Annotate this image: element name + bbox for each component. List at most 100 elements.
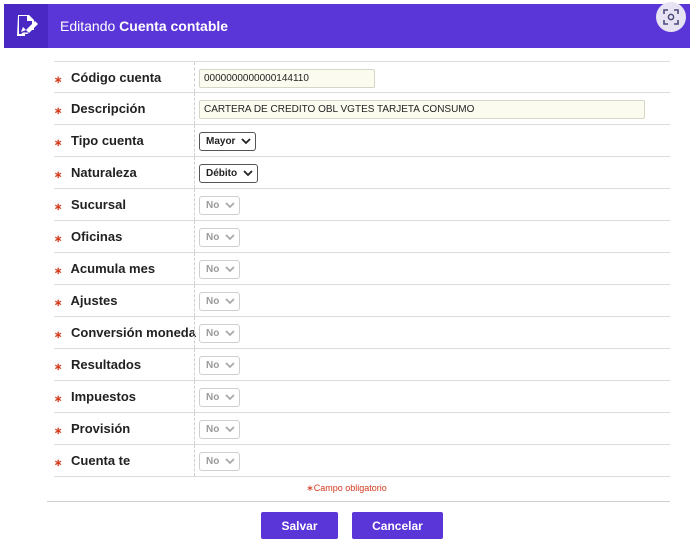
chevron-down-icon — [225, 201, 235, 208]
select-value: No — [206, 423, 220, 435]
chevron-down-icon — [225, 361, 235, 368]
column-divider — [194, 221, 195, 252]
form-row-cuenta-te: ∗ Cuenta te No — [54, 445, 670, 477]
title-prefix: Editando — [60, 18, 116, 34]
column-divider — [194, 157, 195, 188]
form-row-acumula-mes: ∗ Acumula mes No — [54, 253, 670, 285]
label-text: Provisión — [71, 421, 131, 436]
required-marker: ∗ — [54, 170, 63, 181]
dialog-title: Editando Cuenta contable — [60, 18, 228, 34]
impuestos-select: No — [199, 387, 241, 407]
field-label: ∗ Conversión moneda — [54, 317, 196, 349]
label-text: Impuestos — [71, 389, 137, 404]
field-label: ∗ Naturaleza — [54, 157, 137, 189]
codigo-cuenta-input[interactable]: 0000000000000144110 — [199, 68, 375, 88]
select-value: No — [206, 359, 220, 371]
chevron-down-icon — [241, 137, 252, 144]
naturaleza-select[interactable]: Débito — [199, 163, 259, 183]
required-marker: ∗ — [54, 234, 63, 245]
column-divider — [194, 189, 195, 220]
select-value: No — [206, 199, 220, 211]
required-marker: ∗ — [54, 75, 63, 86]
form-row-provision: ∗ Provisión No — [54, 413, 670, 445]
required-marker: ∗ — [54, 202, 63, 213]
chevron-down-icon — [225, 425, 235, 432]
label-text: Descripción — [71, 101, 146, 116]
form-row-naturaleza: ∗ Naturaleza Débito — [54, 157, 670, 189]
column-divider — [194, 285, 195, 316]
column-divider — [194, 317, 195, 348]
select-value: Mayor — [206, 135, 236, 147]
form-row-resultados: ∗ Resultados No — [54, 349, 670, 381]
field-label: ∗ Resultados — [54, 349, 141, 381]
required-marker: ∗ — [306, 483, 314, 493]
label-text: Código cuenta — [71, 70, 162, 85]
form-row-ajustes: ∗ Ajustes No — [54, 285, 670, 317]
select-value: No — [206, 455, 220, 467]
column-divider — [194, 62, 195, 92]
label-text: Ajustes — [70, 293, 118, 308]
select-value: No — [206, 295, 220, 307]
save-button[interactable]: Salvar — [261, 512, 338, 539]
field-label: ∗ Tipo cuenta — [54, 125, 144, 157]
required-marker: ∗ — [54, 298, 63, 309]
provision-select: No — [199, 419, 241, 439]
chevron-down-icon — [225, 297, 235, 304]
form-row-descripcion: ∗ Descripción CARTERA DE CREDITO OBL VGT… — [54, 93, 670, 125]
select-value: No — [206, 231, 220, 243]
required-marker: ∗ — [54, 138, 63, 149]
cuenta-te-select: No — [199, 451, 241, 471]
sucursal-select: No — [199, 195, 241, 215]
required-marker: ∗ — [54, 458, 63, 469]
cancel-button[interactable]: Cancelar — [352, 512, 443, 539]
field-label: ∗ Ajustes — [54, 285, 118, 317]
acumula-mes-select: No — [199, 259, 241, 279]
field-label: ∗ Oficinas — [54, 221, 122, 253]
form-row-codigo-cuenta: ∗ Código cuenta 0000000000000144110 — [54, 61, 670, 93]
field-label: ∗ Impuestos — [54, 381, 136, 413]
required-marker: ∗ — [54, 106, 63, 117]
form-row-oficinas: ∗ Oficinas No — [54, 221, 670, 253]
edit-document-icon — [4, 4, 48, 48]
required-note-text: Campo obligatorio — [313, 483, 387, 493]
screenshot-capture-icon[interactable] — [656, 2, 686, 32]
required-marker: ∗ — [54, 330, 63, 341]
descripcion-input[interactable]: CARTERA DE CREDITO OBL VGTES TARJETA CON… — [199, 99, 645, 119]
oficinas-select: No — [199, 227, 241, 247]
field-label: ∗ Código cuenta — [54, 62, 161, 94]
column-divider — [194, 413, 195, 444]
tipo-cuenta-select[interactable]: Mayor — [199, 131, 257, 151]
field-label: ∗ Sucursal — [54, 189, 126, 221]
label-text: Oficinas — [71, 229, 123, 244]
required-field-note: ∗Campo obligatorio — [0, 483, 693, 494]
column-divider — [194, 93, 195, 124]
required-marker: ∗ — [54, 266, 63, 277]
column-divider — [194, 381, 195, 412]
dialog-header: Editando Cuenta contable — [4, 2, 690, 48]
select-value: No — [206, 263, 220, 275]
column-divider — [194, 445, 195, 476]
required-marker: ∗ — [54, 426, 63, 437]
resultados-select: No — [199, 355, 241, 375]
chevron-down-icon — [225, 329, 235, 336]
chevron-down-icon — [225, 457, 235, 464]
label-text: Naturaleza — [71, 165, 137, 180]
label-text: Tipo cuenta — [71, 133, 144, 148]
form-row-impuestos: ∗ Impuestos No — [54, 381, 670, 413]
ajustes-select: No — [199, 291, 241, 311]
account-form: ∗ Código cuenta 0000000000000144110 ∗ De… — [54, 61, 670, 477]
chevron-down-icon — [225, 265, 235, 272]
conversion-moneda-select: No — [199, 323, 241, 343]
form-row-tipo-cuenta: ∗ Tipo cuenta Mayor — [54, 125, 670, 157]
field-label: ∗ Provisión — [54, 413, 130, 445]
chevron-down-icon — [225, 393, 235, 400]
form-row-sucursal: ∗ Sucursal No — [54, 189, 670, 221]
field-label: ∗ Cuenta te — [54, 445, 130, 477]
required-marker: ∗ — [54, 394, 63, 405]
select-value: No — [206, 327, 220, 339]
column-divider — [194, 349, 195, 380]
required-marker: ∗ — [54, 362, 63, 373]
label-text: Conversión moneda — [71, 325, 196, 340]
label-text: Resultados — [71, 357, 142, 372]
chevron-down-icon — [243, 169, 253, 176]
